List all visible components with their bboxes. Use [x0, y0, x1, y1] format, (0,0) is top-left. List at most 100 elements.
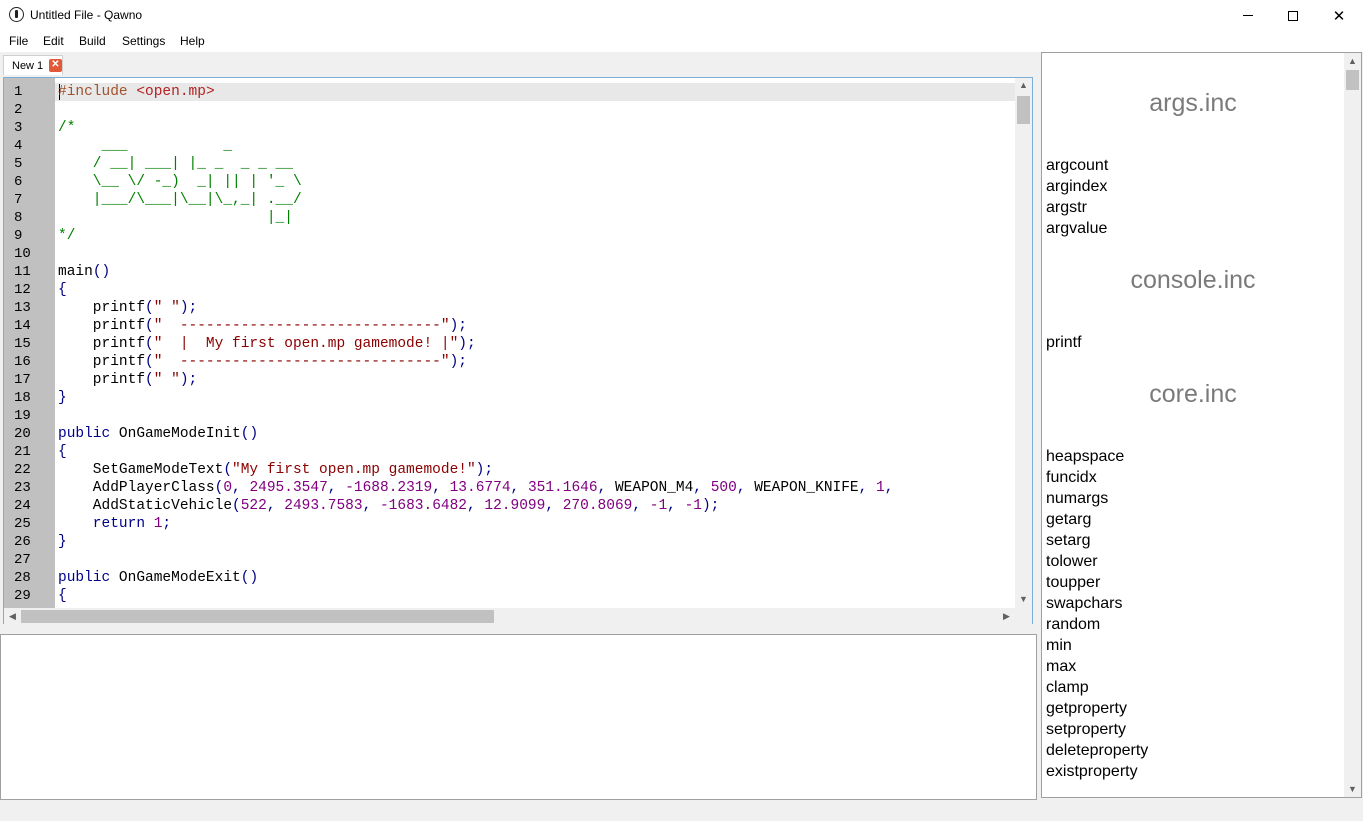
- code-token: (: [145, 354, 154, 370]
- code-line: AddStaticVehicle(522, 2493.7583, -1683.6…: [58, 497, 720, 515]
- function-list-item[interactable]: argstr: [1046, 199, 1087, 217]
- code-token: " ------------------------------": [153, 318, 450, 334]
- code-token: (: [145, 372, 154, 388]
- function-list-item[interactable]: getarg: [1046, 511, 1091, 529]
- code-line: public OnGameModeInit(): [58, 425, 258, 443]
- function-list-item[interactable]: deleteproperty: [1046, 742, 1148, 760]
- minimize-button[interactable]: [1225, 0, 1271, 31]
- menu-file[interactable]: File: [9, 34, 28, 48]
- maximize-icon: [1288, 10, 1298, 21]
- line-number: 5: [14, 156, 23, 172]
- function-list-item[interactable]: swapchars: [1046, 595, 1122, 613]
- code-token: ,: [362, 498, 380, 514]
- code-token: 0: [223, 480, 233, 496]
- line-number: 11: [14, 264, 31, 280]
- code-token: {: [58, 588, 67, 604]
- line-number: 28: [14, 570, 31, 586]
- code-line: printf(" ");: [58, 371, 197, 389]
- code-token: );: [701, 498, 720, 514]
- scroll-left-icon[interactable]: ◀: [4, 611, 21, 622]
- function-list-item[interactable]: max: [1046, 658, 1076, 676]
- function-list-scrollbar[interactable]: ▲ ▼: [1344, 53, 1361, 797]
- function-list-item[interactable]: existproperty: [1046, 763, 1138, 781]
- editor-horizontal-scrollbar[interactable]: ◀ ▶: [4, 608, 1015, 625]
- close-button[interactable]: ✕: [1316, 0, 1362, 31]
- code-token: 522: [240, 498, 267, 514]
- code-token: -1683.6482: [379, 498, 467, 514]
- window-title: Untitled File - Qawno: [30, 8, 143, 22]
- include-file-header: console.inc: [1130, 266, 1256, 294]
- function-list-item[interactable]: clamp: [1046, 679, 1089, 697]
- scroll-right-icon[interactable]: ▶: [998, 611, 1015, 622]
- line-number: 27: [14, 552, 31, 568]
- function-list-item[interactable]: funcidx: [1046, 469, 1097, 487]
- function-list-panel: ▲ ▼ args.inc argcount argindex argstr argval…: [1041, 52, 1362, 798]
- code-line: printf(" | My first open.mp gamemode! |"…: [58, 335, 476, 353]
- function-list-item[interactable]: setarg: [1046, 532, 1090, 550]
- function-list-item[interactable]: argvalue: [1046, 220, 1107, 238]
- function-list-item[interactable]: argindex: [1046, 178, 1107, 196]
- code-token: */: [58, 228, 76, 244]
- function-list-item[interactable]: numargs: [1046, 490, 1108, 508]
- scroll-down-icon[interactable]: ▼: [1015, 594, 1032, 604]
- qawno-window: Untitled File - Qawno ✕ File Edit Build …: [0, 0, 1363, 821]
- scroll-down-icon[interactable]: ▼: [1344, 784, 1361, 794]
- editor-vertical-scrollbar[interactable]: ▲ ▼: [1015, 78, 1032, 608]
- code-line: }: [58, 533, 67, 551]
- line-number: 13: [14, 300, 31, 316]
- line-number: 7: [14, 192, 23, 208]
- function-list-item[interactable]: argcount: [1046, 157, 1108, 175]
- code-token: -1: [684, 498, 702, 514]
- code-line: public OnGameModeExit(): [58, 569, 258, 587]
- menu-edit[interactable]: Edit: [43, 34, 64, 48]
- code-token: -1688.2319: [345, 480, 433, 496]
- code-token: printf: [58, 372, 146, 388]
- function-list-item[interactable]: toupper: [1046, 574, 1100, 592]
- maximize-button[interactable]: [1270, 0, 1316, 31]
- menu-help[interactable]: Help: [180, 34, 205, 48]
- function-list-item[interactable]: min: [1046, 637, 1072, 655]
- editor-vertical-scroll-thumb[interactable]: [1017, 96, 1030, 124]
- code-line: AddPlayerClass(0, 2495.3547, -1688.2319,…: [58, 479, 894, 497]
- code-token: |___/\___|\__|\_,_| .__/: [58, 192, 302, 208]
- code-line: {: [58, 587, 67, 605]
- line-number: 21: [14, 444, 31, 460]
- function-list-item[interactable]: tolower: [1046, 553, 1098, 571]
- tab-new-1[interactable]: New 1 ✕: [3, 55, 63, 75]
- code-token: ,: [266, 498, 285, 514]
- code-token: ,: [597, 480, 615, 496]
- code-token: 500: [710, 480, 737, 496]
- code-token: ,: [545, 498, 563, 514]
- code-token: (): [240, 426, 259, 442]
- code-line: printf(" ");: [58, 299, 197, 317]
- menu-bar: File Edit Build Settings Help: [0, 31, 1363, 52]
- function-list-item[interactable]: getproperty: [1046, 700, 1127, 718]
- editor-horizontal-scroll-thumb[interactable]: [21, 610, 494, 623]
- code-line: }: [58, 389, 67, 407]
- function-list-scroll-thumb[interactable]: [1346, 70, 1359, 90]
- code-token: OnGameModeExit: [118, 570, 241, 586]
- function-list-item[interactable]: random: [1046, 616, 1100, 634]
- function-list-item[interactable]: setproperty: [1046, 721, 1126, 739]
- code-line: #include <open.mp>: [58, 83, 215, 101]
- menu-build[interactable]: Build: [79, 34, 106, 48]
- scrollbar-corner: [1015, 608, 1032, 625]
- code-line: printf(" ------------------------------"…: [58, 353, 467, 371]
- line-number: 9: [14, 228, 23, 244]
- line-number: 12: [14, 282, 31, 298]
- tab-close-icon[interactable]: ✕: [49, 59, 62, 72]
- code-token: |_|: [58, 210, 293, 226]
- function-list-item[interactable]: printf: [1046, 334, 1082, 352]
- code-line: main(): [58, 263, 110, 281]
- compiler-output-pane[interactable]: [0, 634, 1037, 800]
- scroll-up-icon[interactable]: ▲: [1015, 80, 1032, 90]
- code-editor[interactable]: 1 2 3 4 5 6 7 8 9 10 11 12 13 14 15 16 17 18 19 20 21 22 23 24 2…: [3, 77, 1033, 625]
- menu-settings[interactable]: Settings: [122, 34, 165, 48]
- close-icon: ✕: [1332, 7, 1346, 25]
- function-list-item[interactable]: heapspace: [1046, 448, 1124, 466]
- code-token: 12.9099: [484, 498, 546, 514]
- scroll-up-icon[interactable]: ▲: [1344, 56, 1361, 66]
- code-area[interactable]: #include <open.mp> /* ___ _ / __| ___| |_…: [55, 78, 1015, 608]
- code-token: (: [145, 336, 154, 352]
- code-token: ,: [510, 480, 528, 496]
